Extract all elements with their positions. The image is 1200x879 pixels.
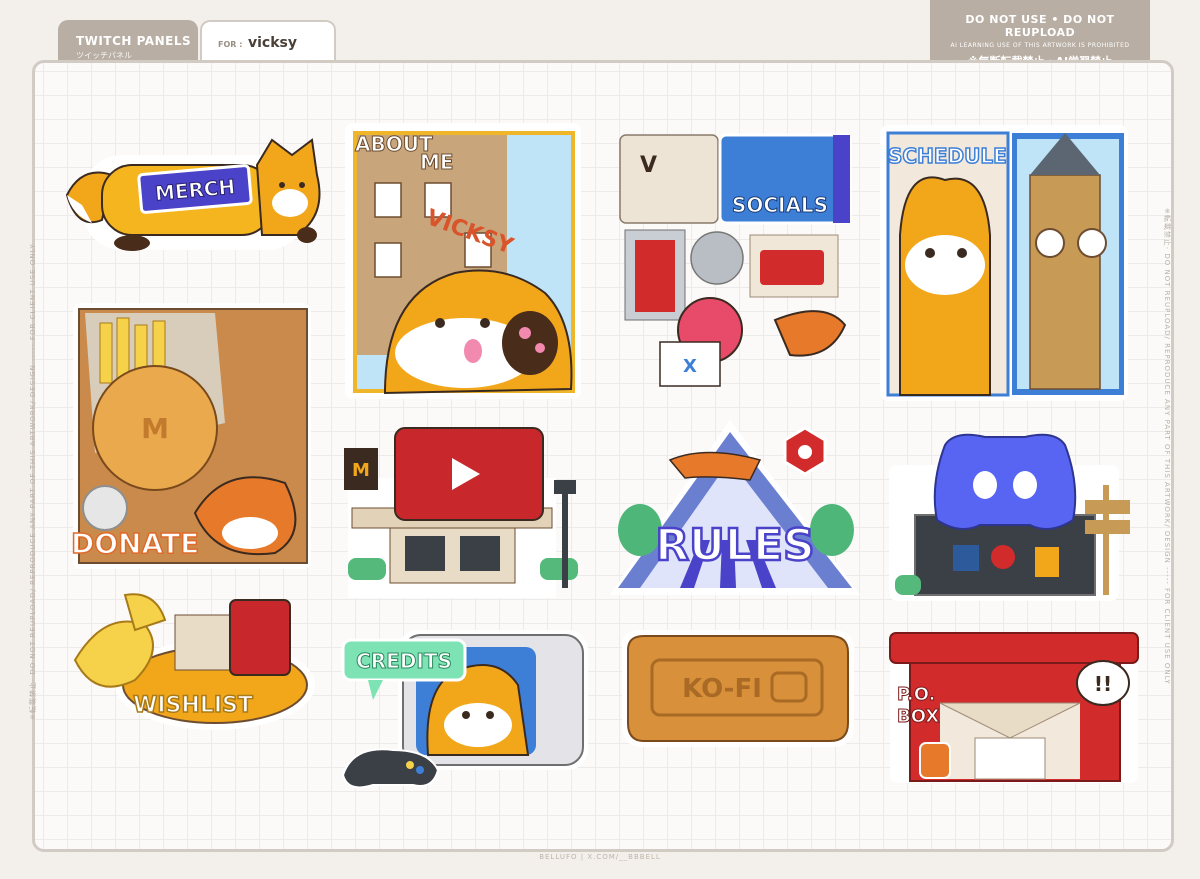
- panel-po-box[interactable]: !! P.O. BOX: [885, 628, 1140, 788]
- pobox-label-2: BOX: [897, 706, 939, 727]
- panel-credits[interactable]: CREDITS: [338, 625, 593, 795]
- pobox-label-1: P.O.: [897, 684, 935, 705]
- panel-kofi[interactable]: KO-FI: [612, 625, 862, 755]
- x-icon: X: [683, 356, 697, 377]
- panel-donate[interactable]: M DONATE: [65, 303, 315, 573]
- kofi-label: KO-FI: [682, 674, 762, 704]
- donate-label: DONATE: [71, 527, 199, 560]
- client-name: vicksy: [248, 35, 297, 51]
- about-label-2: ME: [420, 150, 454, 174]
- tab-title: TWITCH PANELS: [76, 34, 192, 48]
- notice-line-1: DO NOT USE • DO NOT REUPLOAD: [965, 13, 1115, 39]
- panel-wishlist[interactable]: WISHLIST: [65, 590, 320, 735]
- rules-label: RULES: [655, 520, 814, 571]
- schedule-label: SCHEDULE: [888, 144, 1007, 168]
- panel-merch[interactable]: MERCH: [62, 135, 322, 265]
- panel-discord[interactable]: [885, 425, 1140, 605]
- side-notice-left: ※転載禁止· DO NOT REUPLOAD/ REPRODUCE ANY PA…: [29, 243, 37, 720]
- socials-label: SOCIALS: [732, 193, 828, 217]
- burger-logo-icon: M: [141, 412, 169, 445]
- for-label: FOR :: [218, 40, 243, 49]
- notice-line-2: AI LEARNING USE OF THIS ARTWORK IS PROHI…: [950, 42, 1130, 49]
- credits-label: CREDITS: [356, 649, 452, 673]
- panel-youtube[interactable]: M: [340, 427, 590, 603]
- panel-schedule[interactable]: SCHEDULE: [880, 125, 1130, 405]
- wishlist-label: WISHLIST: [133, 693, 253, 718]
- shop-logo-icon: M: [352, 460, 370, 481]
- side-notice-right: ※転載禁止· DO NOT REUPLOAD/ REPRODUCE ANY PA…: [1163, 208, 1171, 685]
- pobox-bubble: !!: [1094, 672, 1112, 696]
- credit-footer: BELLUFO | X.COM/__BBBELL: [539, 853, 661, 861]
- panel-rules[interactable]: RULES: [610, 420, 865, 600]
- panel-socials[interactable]: V SOCIALS X: [615, 130, 855, 395]
- socials-v-icon: V: [640, 153, 657, 178]
- panel-about-me[interactable]: VICKSY ABOUT ME: [345, 123, 585, 403]
